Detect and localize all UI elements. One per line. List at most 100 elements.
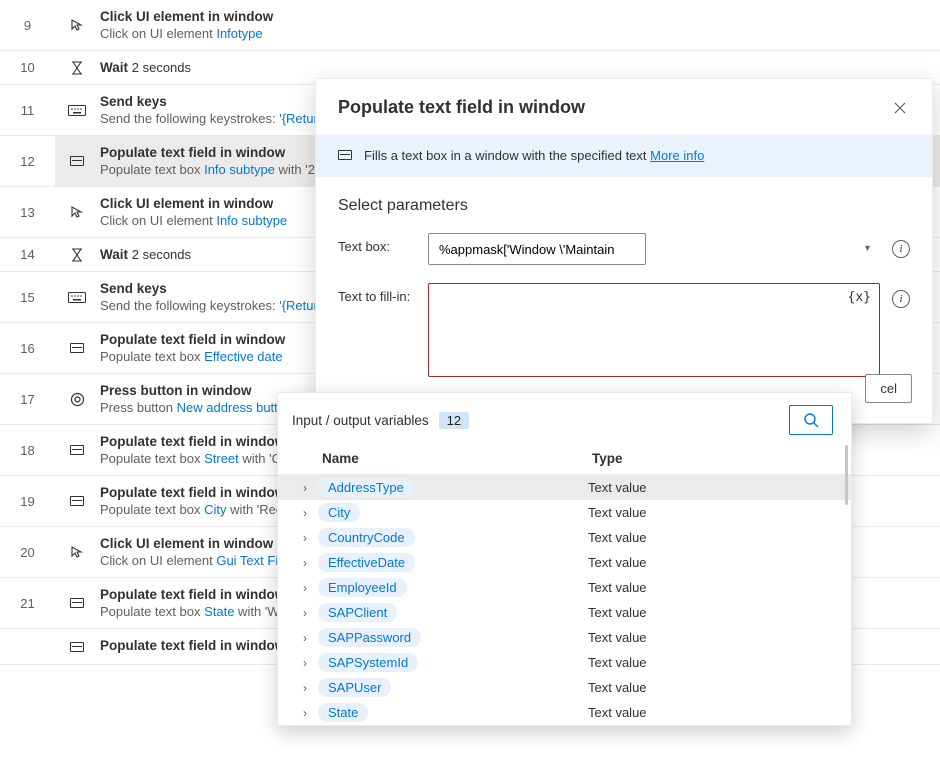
chevron-right-icon[interactable]: › — [292, 531, 318, 545]
search-icon — [803, 412, 819, 428]
scrollbar[interactable] — [845, 445, 848, 505]
click-icon — [68, 544, 86, 560]
step-number: 10 — [0, 51, 55, 84]
step-title: Click UI element in window — [100, 196, 287, 211]
variable-row[interactable]: ›SAPPassword Text value — [278, 625, 851, 650]
variable-type: Text value — [588, 705, 837, 720]
cancel-button[interactable]: cel — [865, 374, 912, 403]
variable-chip[interactable]: City — [318, 503, 360, 522]
step-subtitle: Send the following keystrokes: '{Return}… — [100, 298, 332, 313]
variable-row[interactable]: ›EmployeeId Text value — [278, 575, 851, 600]
wait-icon — [68, 61, 86, 75]
text-to-fill-input[interactable]: {x} — [428, 283, 880, 377]
close-icon[interactable] — [890, 98, 910, 118]
chevron-right-icon[interactable]: › — [292, 506, 318, 520]
step-link[interactable]: Infotype — [216, 26, 262, 41]
text-icon — [68, 496, 86, 506]
variable-type: Text value — [588, 655, 837, 670]
step-title: Click UI element in window — [100, 536, 296, 551]
step-number: 20 — [0, 527, 55, 577]
variable-type: Text value — [588, 580, 837, 595]
variable-row[interactable]: ›SAPUserText value — [278, 675, 851, 700]
step-link[interactable]: Street — [204, 451, 239, 466]
step-link[interactable]: 2 seconds — [132, 60, 191, 75]
text-icon — [68, 598, 86, 608]
step-subtitle: Click on UI element Infotype — [100, 26, 273, 41]
textbox-label: Text box: — [338, 233, 428, 254]
step-link[interactable]: Effective date — [204, 349, 283, 364]
step-number: 13 — [0, 187, 55, 237]
step-link[interactable]: Info subtype — [204, 162, 275, 177]
chevron-right-icon[interactable]: › — [292, 656, 318, 670]
step-link[interactable]: 2 seconds — [132, 247, 191, 262]
step-number: 15 — [0, 272, 55, 322]
variable-type: Text value — [588, 630, 837, 645]
more-info-link[interactable]: More info — [650, 148, 704, 163]
flow-step[interactable]: 9 Click UI element in window Click on UI e… — [0, 0, 940, 51]
step-number: 21 — [0, 578, 55, 628]
search-button[interactable] — [789, 405, 833, 435]
step-number: 11 — [0, 85, 55, 135]
textbox-input[interactable] — [428, 233, 646, 265]
text-field-icon — [338, 148, 352, 163]
variable-chip[interactable]: CountryCode — [318, 528, 415, 547]
chevron-right-icon[interactable]: › — [292, 681, 318, 695]
step-title: Wait — [100, 60, 132, 75]
variable-chip[interactable]: SAPSystemId — [318, 653, 418, 672]
step-title: Press button in window — [100, 383, 292, 398]
step-link[interactable]: Info subtype — [216, 213, 287, 228]
dialog-populate-text-field: Populate text field in window Fills a te… — [315, 78, 933, 424]
variable-chip[interactable]: State — [318, 703, 368, 722]
step-title: Click UI element in window — [100, 9, 273, 24]
step-title: Populate text field in window — [100, 145, 317, 160]
variable-row[interactable]: ›AddressTypeText value — [278, 475, 851, 500]
variable-row[interactable]: ›CityText value — [278, 500, 851, 525]
variable-type: Text value — [588, 530, 837, 545]
step-title: Send keys — [100, 94, 332, 109]
chevron-down-icon: ▾ — [865, 243, 870, 254]
chevron-right-icon[interactable]: › — [292, 556, 318, 570]
text-to-fill-label: Text to fill-in: — [338, 283, 428, 304]
step-subtitle: Populate text box Effective date — [100, 349, 285, 364]
step-link[interactable]: City — [204, 502, 226, 517]
step-link[interactable]: State — [204, 604, 234, 619]
chevron-right-icon[interactable]: › — [292, 481, 318, 495]
variable-chip[interactable]: EffectiveDate — [318, 553, 415, 572]
text-icon — [68, 343, 86, 353]
click-icon — [68, 204, 86, 220]
variable-row[interactable]: ›SAPClientText value — [278, 600, 851, 625]
variable-chip[interactable]: SAPClient — [318, 603, 397, 622]
variables-count-badge: 12 — [439, 412, 469, 429]
info-icon[interactable]: i — [892, 240, 910, 258]
step-number: 12 — [0, 136, 55, 186]
variable-row[interactable]: ›EffectiveDateText value — [278, 550, 851, 575]
text-icon — [68, 642, 86, 652]
variable-row[interactable]: ›CountryCode Text value — [278, 525, 851, 550]
step-title: Send keys — [100, 281, 332, 296]
variables-header: Name Type — [278, 445, 851, 475]
variable-chip[interactable]: SAPUser — [318, 678, 391, 697]
variable-row[interactable]: ›SAPSystemId Text value — [278, 650, 851, 675]
step-subtitle: Send the following keystrokes: '{Return}… — [100, 111, 332, 126]
variable-row[interactable]: ›State Text value — [278, 700, 851, 725]
io-variables-label: Input / output variables — [292, 413, 429, 428]
text-icon — [68, 445, 86, 455]
chevron-right-icon[interactable]: › — [292, 706, 318, 720]
step-number: 17 — [0, 374, 55, 424]
variable-picker-icon[interactable]: {x} — [848, 290, 871, 305]
variables-popup: Input / output variables 12 Name Type ›A… — [277, 392, 852, 726]
step-title: Populate text field in window — [100, 587, 290, 602]
step-number: 19 — [0, 476, 55, 526]
step-number: 14 — [0, 238, 55, 271]
wait-icon — [68, 248, 86, 262]
variable-chip[interactable]: AddressType — [318, 478, 414, 497]
step-link[interactable]: New address button — [177, 400, 293, 415]
step-number: 9 — [0, 0, 55, 50]
variable-chip[interactable]: SAPPassword — [318, 628, 421, 647]
chevron-right-icon[interactable]: › — [292, 606, 318, 620]
chevron-right-icon[interactable]: › — [292, 631, 318, 645]
chevron-right-icon[interactable]: › — [292, 581, 318, 595]
info-bar: Fills a text box in a window with the sp… — [316, 134, 932, 177]
variable-chip[interactable]: EmployeeId — [318, 578, 407, 597]
info-icon[interactable]: i — [892, 290, 910, 308]
